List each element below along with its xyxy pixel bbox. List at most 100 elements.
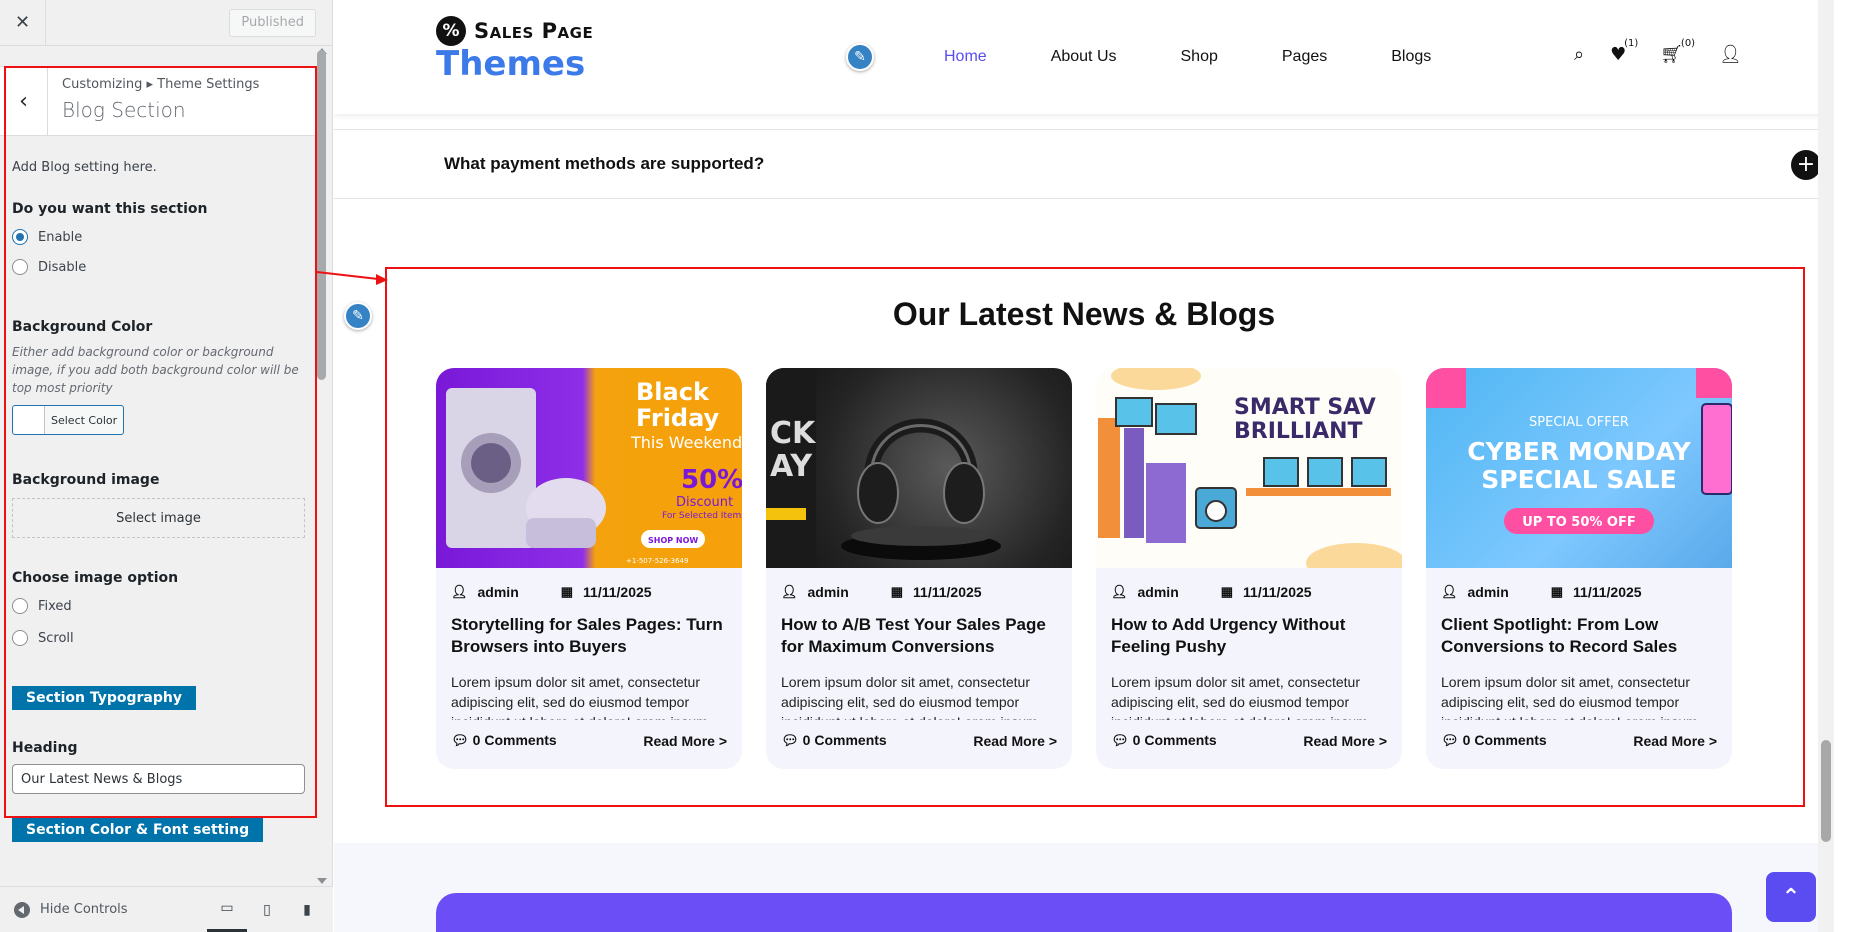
banner-cta: SHOP NOW xyxy=(648,536,698,545)
published-button[interactable]: Published xyxy=(229,8,316,37)
select-color-button[interactable]: Select Color xyxy=(12,405,125,435)
calendar-icon: ▦ xyxy=(1220,584,1234,599)
edit-pencil-icon[interactable]: ✎ xyxy=(846,43,874,71)
scroll-down-icon[interactable] xyxy=(317,878,327,884)
radio-unchecked-icon[interactable] xyxy=(12,630,28,646)
card-excerpt: Lorem ipsum dolor sit amet, consectetur … xyxy=(1441,674,1698,720)
site-logo[interactable]: % Sales Page Themes xyxy=(436,16,593,82)
card-title[interactable]: Storytelling for Sales Pages: Turn Brows… xyxy=(436,600,742,660)
nav-pages[interactable]: Pages xyxy=(1282,48,1327,66)
nav-shop[interactable]: Shop xyxy=(1181,48,1218,66)
blog-card[interactable]: CK AY 👤︎ admin ▦ 11/11/2025 How to A/B T… xyxy=(766,368,1072,769)
banner-line1: CYBER MONDAY xyxy=(1467,437,1691,466)
select-image-button[interactable]: Select image xyxy=(12,498,305,538)
show-section-label: Do you want this section xyxy=(12,201,208,217)
read-more-link[interactable]: Read More > xyxy=(973,733,1057,749)
fixed-radio[interactable]: Fixed xyxy=(12,598,305,614)
tablet-icon[interactable]: ▯ xyxy=(247,887,287,932)
percent-badge-icon: % xyxy=(436,16,466,46)
card-date[interactable]: 11/11/2025 xyxy=(1573,584,1642,600)
color-font-setting-button[interactable]: Section Color & Font setting xyxy=(12,818,264,842)
nav-home[interactable]: Home xyxy=(944,48,987,66)
read-more-link[interactable]: Read More > xyxy=(1303,733,1387,749)
blog-card[interactable]: SMART SAV BRILLIANT 👤︎ admin ▦ 11/11/2025… xyxy=(1096,368,1402,769)
scroll-radio[interactable]: Scroll xyxy=(12,630,305,646)
card-meta: 👤︎ admin ▦ 11/11/2025 xyxy=(766,568,1072,600)
desktop-icon[interactable]: ▭ xyxy=(207,887,247,932)
blog-card-image[interactable]: CK AY xyxy=(766,368,1072,568)
main-nav: Home About Us Shop Pages Blogs xyxy=(944,48,1495,66)
collapse-icon xyxy=(14,901,30,918)
back-arrow-icon[interactable]: ‹ xyxy=(0,67,48,135)
enable-label: Enable xyxy=(38,229,83,245)
mobile-icon[interactable]: ▮ xyxy=(287,887,327,932)
cart-count: (0) xyxy=(1680,38,1696,49)
device-switcher: ▭ ▯ ▮ xyxy=(207,887,327,932)
user-icon[interactable]: 👤︎ xyxy=(1719,44,1742,65)
scroll-to-top-icon[interactable]: ⌃ xyxy=(1766,872,1816,922)
hide-controls-label: Hide Controls xyxy=(40,902,128,917)
section-typography-button[interactable]: Section Typography xyxy=(12,686,196,710)
blog-card[interactable]: SPECIAL OFFER CYBER MONDAY SPECIAL SALE … xyxy=(1426,368,1732,769)
sidebar-scrollbar[interactable] xyxy=(316,46,328,886)
cyber-monday-banner: SPECIAL OFFER CYBER MONDAY SPECIAL SALE … xyxy=(1426,368,1732,534)
card-date[interactable]: 11/11/2025 xyxy=(583,584,652,600)
faq-item[interactable]: What payment methods are supported? + xyxy=(334,129,1834,199)
preview-scrollbar[interactable] xyxy=(1818,0,1834,932)
heading-label: Heading xyxy=(12,740,78,756)
read-more-link[interactable]: Read More > xyxy=(1633,733,1717,749)
scrollbar-thumb[interactable] xyxy=(317,50,326,380)
hide-controls-button[interactable]: Hide Controls xyxy=(14,901,128,918)
blog-card[interactable]: Black Friday This Weekend 50% Discount F… xyxy=(436,368,742,769)
scrollbar-thumb[interactable] xyxy=(1821,740,1831,842)
card-author[interactable]: admin xyxy=(1138,584,1179,600)
black-friday-banner: Black Friday This Weekend 50% Discount F… xyxy=(446,378,742,565)
blog-card-image[interactable]: SMART SAV BRILLIANT xyxy=(1096,368,1402,568)
user-icon: 👤︎ xyxy=(1441,584,1458,599)
customizer-footer: Hide Controls ▭ ▯ ▮ xyxy=(0,886,333,932)
radio-checked-icon[interactable] xyxy=(12,229,28,245)
comments-link[interactable]: 💬︎ 0 Comments xyxy=(1111,732,1217,749)
banner-disc: Discount xyxy=(676,495,733,510)
blog-card-image[interactable]: Black Friday This Weekend 50% Discount F… xyxy=(436,368,742,568)
close-icon[interactable]: ✕ xyxy=(0,0,46,46)
comments-link[interactable]: 💬︎ 0 Comments xyxy=(781,732,887,749)
card-footer: 💬︎ 0 Comments Read More > xyxy=(1096,720,1402,749)
comments-link[interactable]: 💬︎ 0 Comments xyxy=(451,732,557,749)
banner-pct: 50% xyxy=(681,465,742,495)
banner-line2: SPECIAL SALE xyxy=(1481,465,1676,494)
logo-sub: Themes xyxy=(436,44,586,84)
nav-blogs[interactable]: Blogs xyxy=(1391,48,1431,66)
nav-about-us[interactable]: About Us xyxy=(1051,48,1117,66)
card-author[interactable]: admin xyxy=(1468,584,1509,600)
plus-icon[interactable]: + xyxy=(1791,150,1821,180)
read-more-link[interactable]: Read More > xyxy=(643,733,727,749)
color-swatch xyxy=(13,406,45,434)
card-date[interactable]: 11/11/2025 xyxy=(913,584,982,600)
card-footer: 💬︎ 0 Comments Read More > xyxy=(436,720,742,749)
card-date-wrap: ▦ 11/11/2025 xyxy=(561,584,652,600)
comments-icon: 💬︎ xyxy=(451,732,473,748)
calendar-icon: ▦ xyxy=(890,584,904,599)
card-author[interactable]: admin xyxy=(808,584,849,600)
select-color-label: Select Color xyxy=(51,413,118,427)
wishlist-icon[interactable]: ♥ (1) xyxy=(1610,38,1638,65)
radio-unchecked-icon[interactable] xyxy=(12,598,28,614)
site-header: % Sales Page Themes ✎ Home About Us Shop… xyxy=(334,0,1834,114)
card-title[interactable]: How to Add Urgency Without Feeling Pushy xyxy=(1096,600,1402,660)
card-title[interactable]: Client Spotlight: From Low Conversions t… xyxy=(1426,600,1732,660)
card-date[interactable]: 11/11/2025 xyxy=(1243,584,1312,600)
screen-root: ✕ Published ‹ Customizing ▸ Theme Settin… xyxy=(0,0,1850,932)
blog-card-image[interactable]: SPECIAL OFFER CYBER MONDAY SPECIAL SALE … xyxy=(1426,368,1732,568)
card-title[interactable]: How to A/B Test Your Sales Page for Maxi… xyxy=(766,600,1072,660)
card-date-wrap: ▦ 11/11/2025 xyxy=(1551,584,1642,600)
enable-radio[interactable]: Enable xyxy=(12,229,305,245)
radio-unchecked-icon[interactable] xyxy=(12,259,28,275)
cart-icon[interactable]: 🛒︎ (0) xyxy=(1660,38,1695,65)
card-author[interactable]: admin xyxy=(478,584,519,600)
comments-link[interactable]: 💬︎ 0 Comments xyxy=(1441,732,1547,749)
disable-radio[interactable]: Disable xyxy=(12,259,305,275)
bg-color-label: Background Color xyxy=(12,319,153,335)
heading-input[interactable] xyxy=(12,764,305,794)
search-icon[interactable]: ⌕ xyxy=(1574,44,1584,65)
